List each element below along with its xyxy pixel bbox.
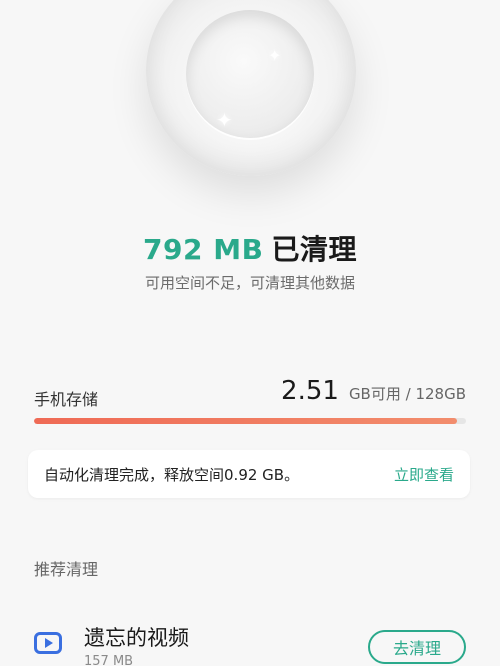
- clean-bowl-illustration: ✦ ✦: [146, 0, 356, 176]
- recommend-item-title: 遗忘的视频: [84, 626, 189, 650]
- storage-capacity-text: GB可用 / 128GB: [348, 385, 466, 403]
- sparkle-icon: ✦: [268, 46, 282, 65]
- sparkle-icon: ✦: [216, 108, 233, 132]
- view-now-link[interactable]: 立即查看: [394, 464, 454, 485]
- storage-usage-bar: [34, 418, 466, 424]
- video-icon: [34, 632, 62, 654]
- recommend-item-size: 157 MB: [84, 654, 134, 666]
- storage-usage-fill: [34, 418, 458, 424]
- storage-available: 2.51 GB可用 / 128GB: [281, 376, 466, 406]
- recommend-item-forgotten-videos[interactable]: 遗忘的视频 157 MB 去清理: [0, 610, 500, 666]
- cleaned-amount-headline: 792 MB 已清理: [0, 228, 500, 268]
- notice-text: 自动化清理完成，释放空间0.92 GB。: [44, 465, 300, 484]
- cleaned-amount: 792 MB: [143, 233, 264, 266]
- storage-available-value: 2.51: [281, 376, 339, 406]
- clean-button[interactable]: 去清理: [368, 630, 466, 664]
- cleaned-label: 已清理: [271, 233, 357, 266]
- auto-clean-notice: 自动化清理完成，释放空间0.92 GB。 立即查看: [28, 450, 470, 498]
- cleanup-result-page: ✦ ✦ 792 MB 已清理 可用空间不足，可清理其他数据 手机存储 2.51 G…: [0, 0, 500, 666]
- cleanup-subtitle: 可用空间不足，可清理其他数据: [144, 274, 355, 292]
- storage-label: 手机存储: [34, 390, 99, 409]
- bowl-inner-dish: [186, 10, 314, 138]
- recommend-section-title: 推荐清理: [34, 560, 99, 579]
